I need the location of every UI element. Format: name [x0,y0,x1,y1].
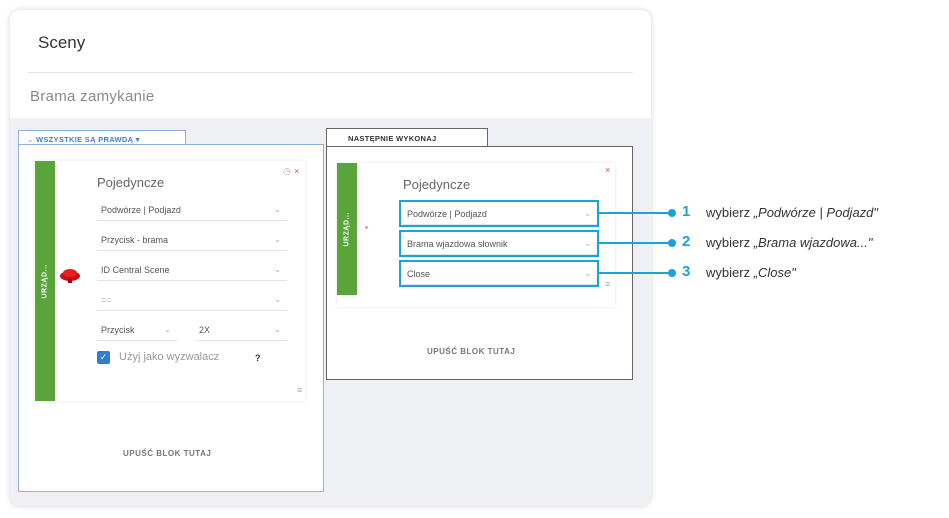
block-title: Pojedyncze [97,175,165,190]
strip-label: URZĄD... [41,264,49,299]
timer-icon[interactable]: ◷ [283,166,291,177]
room-select[interactable]: Podwórze | Podjazd ⌄ [97,199,287,221]
step-text-3: wybierz „Close" [706,265,796,280]
button-select-value: Przycisk [101,325,135,335]
chevron-down-icon: ⌄ [274,325,281,334]
connector-line-2 [599,242,670,244]
card-header: Sceny Brama zamykanie [10,10,651,118]
trigger-checkbox[interactable]: ✓ [97,351,110,364]
menu-icon[interactable]: ≡ [605,279,610,289]
step-value: „Close" [753,265,796,280]
count-select[interactable]: 2X ⌄ [195,319,287,341]
chevron-down-icon: ⌄ [164,325,171,334]
red-button-icon [59,267,81,283]
divider [28,72,633,73]
step-number-3: 3 [682,263,691,280]
trigger-label: Użyj jako wyzwalacz [119,351,220,363]
help-icon[interactable]: ? [255,353,261,363]
scene-name-field[interactable]: Brama zamykanie [30,88,155,105]
chevron-down-icon: ⌄ [274,235,281,244]
step-number-1: 1 [682,203,691,220]
property-select-value: ID Central Scene [101,265,170,275]
connector-dot-1 [668,209,676,217]
highlight-box-3 [399,260,599,287]
drop-zone-label[interactable]: UPUŚĆ BLOK TUTAJ [427,347,515,356]
chevron-down-icon: ⌄ [274,205,281,214]
close-icon[interactable]: × [294,166,299,176]
step-prefix: wybierz [706,265,754,280]
device-select[interactable]: Przycisk - brama ⌄ [97,229,287,251]
connector-dot-2 [668,239,676,247]
step-value: „Brama wjazdowa..." [753,235,873,250]
device-strip[interactable]: URZĄD... [35,161,55,401]
property-select[interactable]: ID Central Scene ⌄ [97,259,287,281]
button-select[interactable]: Przycisk ⌄ [97,319,177,341]
connector-line-1 [599,212,670,214]
room-select-value: Podwórze | Podjazd [101,205,181,215]
operator-select-value: == [101,295,112,305]
operator-select[interactable]: == ⌄ [97,289,287,311]
step-number-2: 2 [682,233,691,250]
chevron-down-icon: ⌄ [274,265,281,274]
scenes-card: Sceny Brama zamykanie ⌄ WSZYSTKIE SĄ PRA… [10,10,651,506]
highlight-box-1 [399,200,599,227]
conditions-area: URZĄD... Pojedyncze ◷ × Podwórze | Podja… [18,144,324,492]
connector-dot-3 [668,269,676,277]
step-text-1: wybierz „Podwórze | Podjazd" [706,205,878,220]
highlight-box-2 [399,230,599,257]
indicator-icon: ▪ [365,223,368,232]
device-select-value: Przycisk - brama [101,235,169,245]
menu-icon[interactable]: ≡ [297,385,302,395]
connector-line-3 [599,272,670,274]
strip-label: URZĄD... [343,212,351,247]
step-value: „Podwórze | Podjazd" [753,205,879,220]
caret-icon: ▾ [133,135,140,144]
page-title: Sceny [38,33,86,52]
drop-zone-label[interactable]: UPUŚĆ BLOK TUTAJ [123,449,211,458]
device-strip[interactable]: URZĄD... [337,163,357,295]
chevron-down-icon: ⌄ [274,295,281,304]
actions-tab[interactable]: NASTĘPNIE WYKONAJ [326,128,488,147]
step-text-2: wybierz „Brama wjazdowa..." [706,235,872,250]
chevron-down-icon: ⌄ [27,135,36,144]
count-select-value: 2X [199,325,211,335]
block-title: Pojedyncze [403,177,471,192]
close-icon[interactable]: × [605,165,610,175]
condition-block[interactable]: URZĄD... Pojedyncze ◷ × Podwórze | Podja… [35,161,305,401]
conditions-tab-label: WSZYSTKIE SĄ PRAWDĄ [35,135,134,144]
step-prefix: wybierz [706,235,754,250]
step-prefix: wybierz [706,205,754,220]
